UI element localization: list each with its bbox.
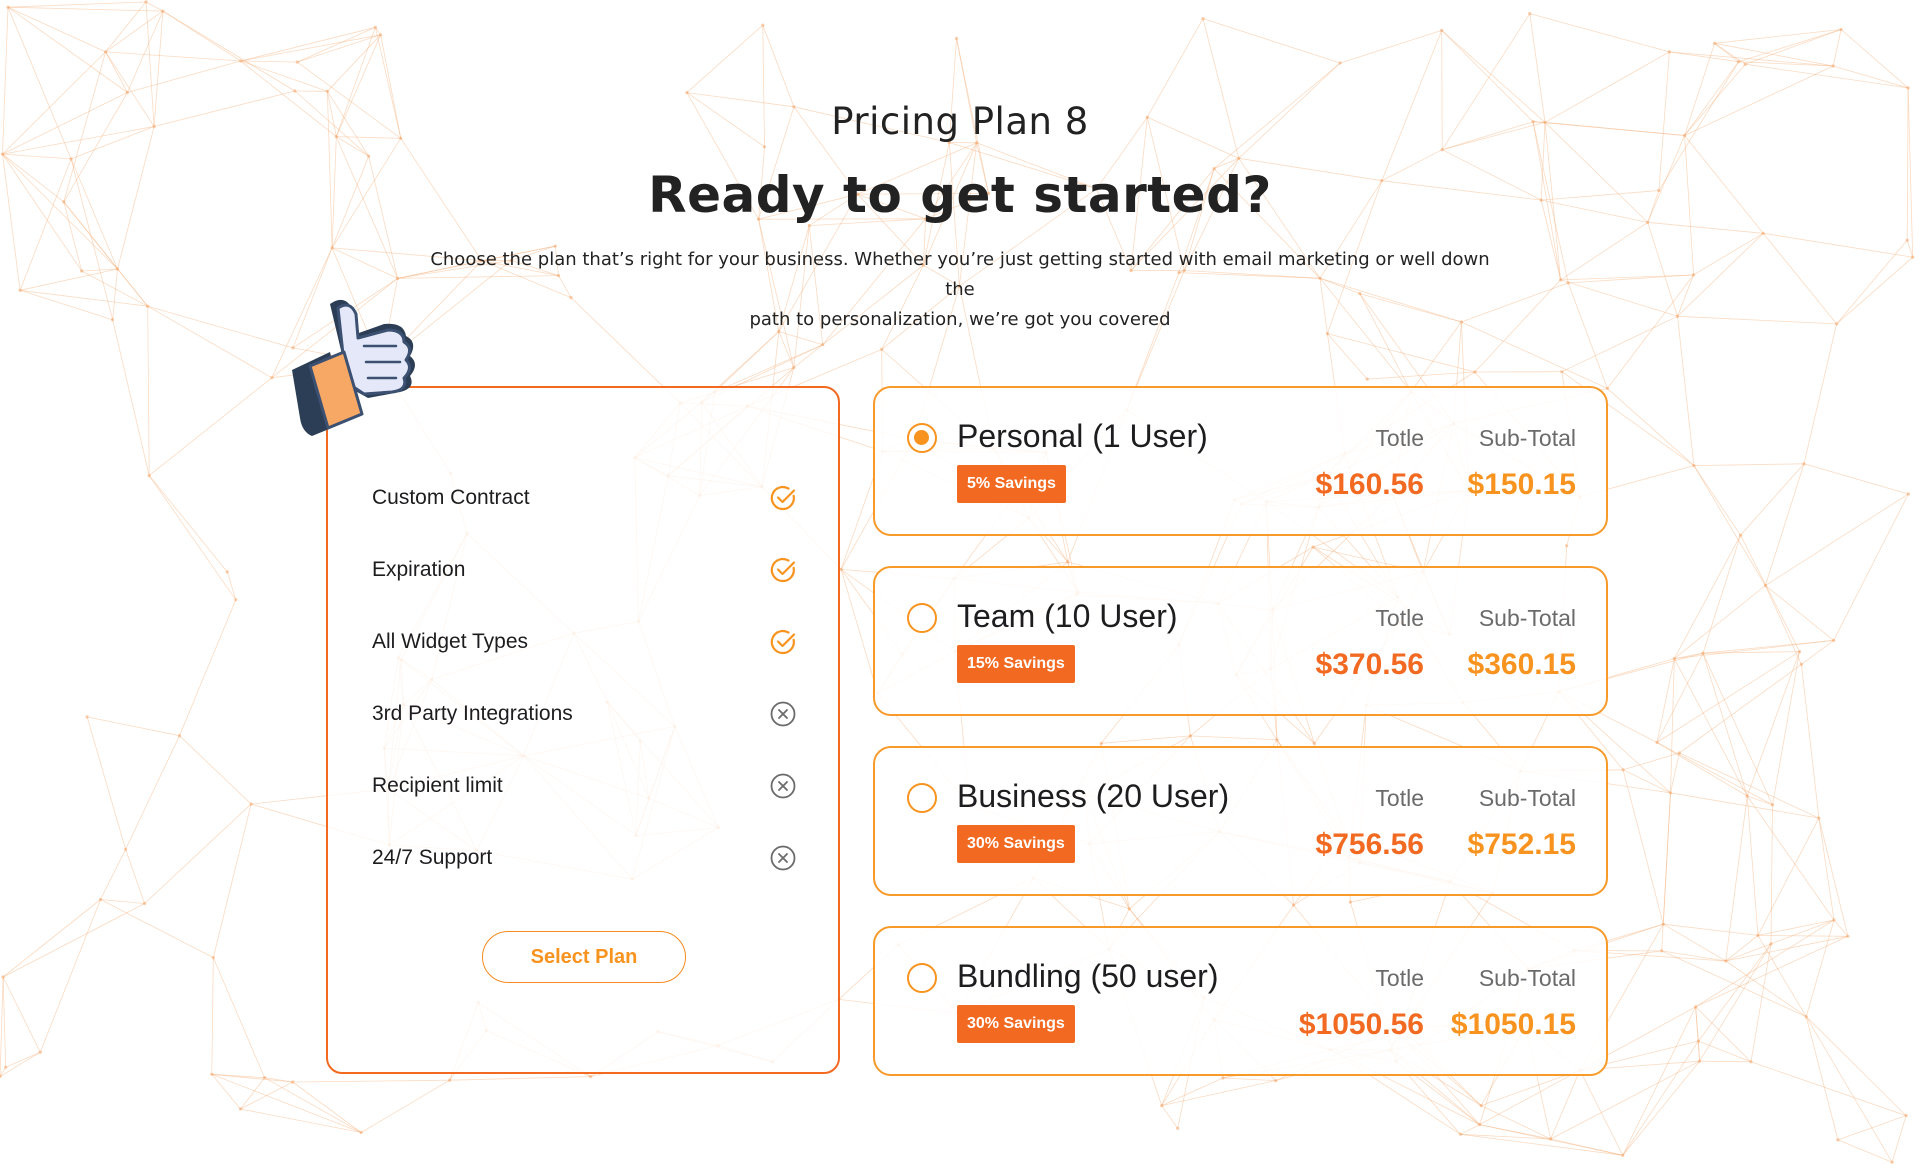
totle-price: $1050.56 (1298, 1008, 1424, 1041)
plan-name: Bundling (50 user) (957, 958, 1219, 994)
page-title: Ready to get started? (648, 166, 1272, 224)
savings-badge: 30% Savings (957, 825, 1075, 863)
sub-total-label: Sub-Total (1478, 965, 1576, 991)
x-circle-icon (768, 699, 798, 729)
x-circle-icon (768, 771, 798, 801)
feature-row: 3rd Party Integrations (372, 694, 798, 734)
feature-label: Expiration (372, 558, 466, 581)
feature-row: 24/7 Support (372, 838, 798, 878)
x-circle-icon (768, 843, 798, 873)
check-circle-icon (768, 627, 798, 657)
savings-badge: 5% Savings (957, 465, 1066, 503)
feature-row: Recipient limit (372, 766, 798, 806)
plan-radio[interactable] (907, 423, 937, 453)
totle-label: Totle (1375, 425, 1424, 451)
feature-label: All Widget Types (372, 630, 529, 653)
totle-label: Totle (1375, 785, 1424, 811)
plan-card-business[interactable]: Business (20 User) 30% Savings Totle Sub… (873, 746, 1608, 896)
feature-label: Custom Contract (372, 486, 530, 509)
plan-radio[interactable] (907, 603, 937, 633)
thumbs-up-icon (288, 286, 448, 446)
section-eyebrow: Pricing Plan 8 (831, 100, 1089, 143)
check-circle-icon (768, 483, 798, 513)
sub-total-price: $360.15 (1467, 648, 1576, 681)
totle-price: $756.56 (1315, 828, 1424, 861)
sub-total-label: Sub-Total (1478, 785, 1576, 811)
plan-card-personal[interactable]: Personal (1 User) 5% Savings Totle Sub-T… (873, 386, 1608, 536)
totle-price: $160.56 (1315, 468, 1424, 501)
totle-label: Totle (1375, 605, 1424, 631)
section-description: Choose the plan that’s right for your bu… (420, 245, 1500, 335)
plan-name: Personal (1 User) (957, 418, 1208, 454)
plan-name: Business (20 User) (957, 778, 1230, 814)
plan-radio[interactable] (907, 963, 937, 993)
description-line-1: Choose the plan that’s right for your bu… (430, 249, 1490, 300)
feature-label: 3rd Party Integrations (372, 702, 573, 725)
sub-total-label: Sub-Total (1478, 605, 1576, 631)
select-plan-button[interactable]: Select Plan (482, 931, 686, 983)
sub-total-label: Sub-Total (1478, 425, 1576, 451)
features-card: Custom Contract Expiration All Widget Ty… (326, 386, 840, 1074)
savings-badge: 30% Savings (957, 1005, 1075, 1043)
pricing-section: Pricing Plan 8 Ready to get started? Cho… (0, 0, 1920, 1169)
feature-row: All Widget Types (372, 622, 798, 662)
feature-row: Expiration (372, 550, 798, 590)
plan-card-bundling[interactable]: Bundling (50 user) 30% Savings Totle Sub… (873, 926, 1608, 1076)
plan-card-team[interactable]: Team (10 User) 15% Savings Totle Sub-Tot… (873, 566, 1608, 716)
feature-label: Recipient limit (372, 774, 503, 797)
totle-price: $370.56 (1315, 648, 1424, 681)
plan-name: Team (10 User) (957, 598, 1178, 634)
sub-total-price: $150.15 (1467, 468, 1576, 501)
check-circle-icon (768, 555, 798, 585)
sub-total-price: $1050.15 (1450, 1008, 1576, 1041)
plan-radio[interactable] (907, 783, 937, 813)
feature-label: 24/7 Support (372, 846, 493, 869)
savings-badge: 15% Savings (957, 645, 1075, 683)
feature-row: Custom Contract (372, 478, 798, 518)
totle-label: Totle (1375, 965, 1424, 991)
sub-total-price: $752.15 (1467, 828, 1576, 861)
description-line-2: path to personalization, we’re got you c… (749, 309, 1171, 330)
